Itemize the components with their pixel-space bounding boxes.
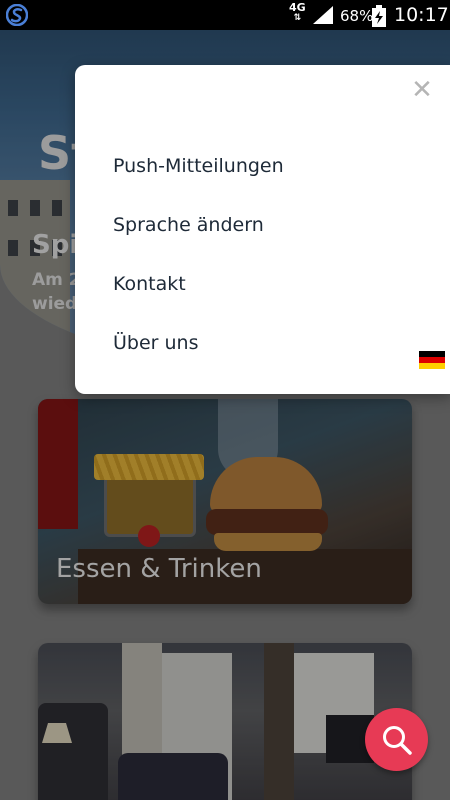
battery-percent: 68%	[340, 7, 374, 25]
status-bar: 4G ⇅ 68% 10:17	[0, 0, 450, 30]
clock: 10:17	[394, 4, 449, 26]
menu-item-contact[interactable]: Kontakt	[113, 264, 413, 304]
search-button[interactable]	[365, 708, 428, 771]
menu-item-label: Sprache ändern	[113, 214, 264, 236]
network-type: 4G	[289, 1, 306, 14]
data-arrows-icon: ⇅	[293, 13, 302, 23]
menu-item-push-notifications[interactable]: Push-Mitteilungen	[113, 146, 413, 186]
search-icon	[383, 726, 412, 755]
menu-item-change-language[interactable]: Sprache ändern	[113, 205, 445, 369]
network-indicator: 4G ⇅	[289, 2, 306, 24]
signal-icon	[313, 6, 333, 24]
app-logo-icon	[6, 4, 28, 26]
settings-menu: ✕ Push-Mitteilungen Sprache ändern Konta…	[75, 65, 450, 394]
close-icon[interactable]: ✕	[411, 77, 433, 103]
battery-charging-icon	[372, 5, 386, 27]
menu-item-about-us[interactable]: Über uns	[113, 323, 413, 363]
germany-flag-icon	[419, 351, 445, 369]
